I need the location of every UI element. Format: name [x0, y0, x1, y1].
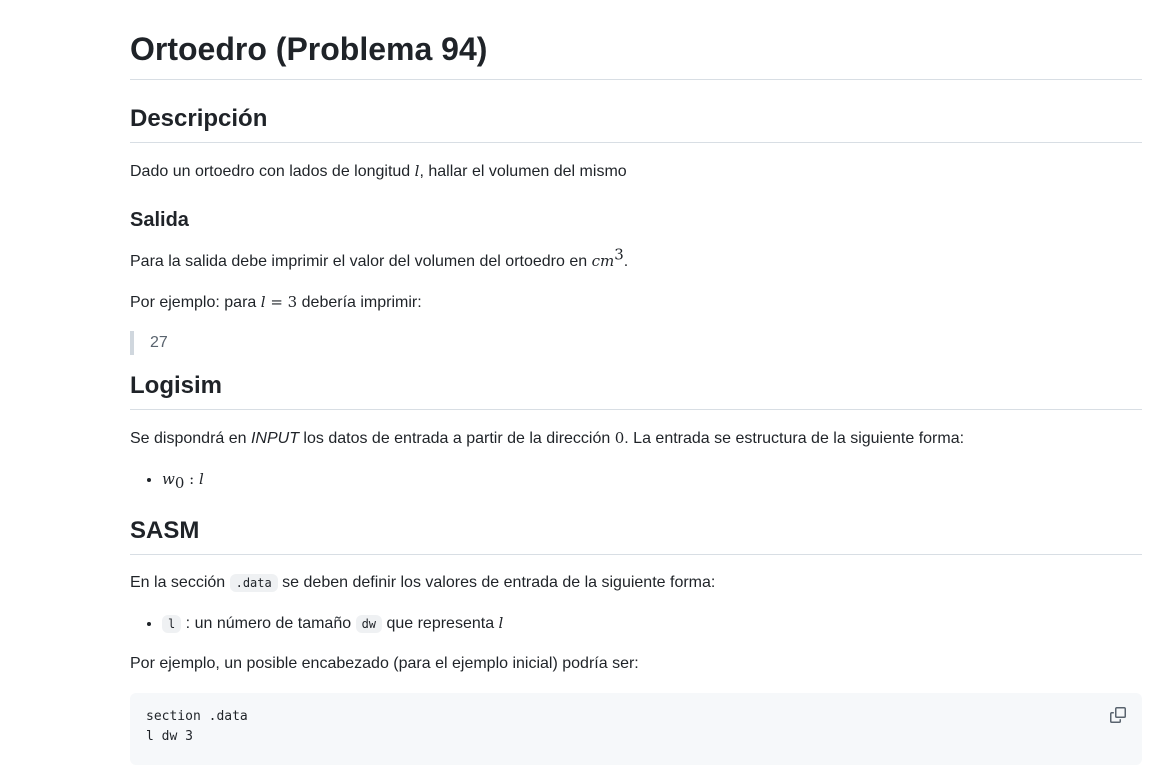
math-address-0: 0 [614, 429, 625, 447]
code-line: section .data [146, 709, 248, 724]
logisim-text: Se dispondrá en [130, 430, 251, 447]
logisim-text-end: . La entrada se estructura de la siguien… [624, 430, 965, 447]
descripcion-paragraph: Dado un ortoedro con lados de longitud l… [130, 159, 1142, 184]
example-paragraph: Por ejemplo: para l = 3 debería imprimir… [130, 290, 1142, 315]
page-title: Ortoedro (Problema 94) [130, 29, 1142, 80]
salida-text-end: . [623, 253, 629, 270]
example-header-paragraph: Por ejemplo, un posible encabezado (para… [130, 655, 639, 672]
logisim-list: w0 : l [130, 467, 1142, 492]
math-variable-l: l [198, 470, 204, 488]
section-heading-logisim: Logisim [130, 371, 1142, 410]
example-text-end: debería imprimir: [297, 294, 422, 311]
code-content[interactable]: section .data l dw 3 [130, 693, 1142, 761]
sasm-paragraph: En la sección .data se deben definir los… [130, 571, 1142, 595]
descripcion-text-end: , hallar el volumen del mismo [419, 163, 627, 180]
sasm-text-end: se deben definir los valores de entrada … [277, 574, 716, 591]
sasm-text: En la sección [130, 574, 230, 591]
input-emphasis: INPUT [250, 430, 299, 447]
salida-paragraph: Para la salida debe imprimir el valor de… [130, 245, 1142, 274]
list-text: : un número de tamaño [181, 615, 356, 632]
inline-code-data: .data [229, 574, 278, 592]
list-item: l : un número de tamaño dw que represent… [162, 611, 1142, 636]
salida-text: Para la salida debe imprimir el valor de… [130, 253, 592, 270]
output-quote: 27 [130, 331, 1142, 355]
list-text-2: que representa [382, 615, 499, 632]
logisim-paragraph: Se dispondrá en INPUT los datos de entra… [130, 426, 1142, 451]
inline-code-l: l [162, 615, 182, 633]
math-separator: : [184, 470, 199, 488]
math-subscript: 0 [174, 474, 185, 493]
math-equals-3: = 3 [265, 293, 298, 311]
inline-code-dw: dw [355, 615, 383, 633]
math-variable-l: l [498, 614, 504, 632]
math-unit-cm: cm [591, 252, 615, 270]
code-line: l dw 3 [146, 729, 193, 744]
document-content: Ortoedro (Problema 94) Descripción Dado … [130, 0, 1142, 765]
section-heading-sasm: SASM [130, 516, 1142, 555]
descripcion-text: Dado un ortoedro con lados de longitud [130, 163, 415, 180]
math-w: w [162, 470, 175, 488]
code-block: section .data l dw 3 [130, 693, 1142, 765]
copy-icon[interactable] [1110, 707, 1126, 723]
sasm-list: l : un número de tamaño dw que represent… [130, 611, 1142, 636]
section-heading-salida: Salida [130, 209, 189, 231]
logisim-text-mid: los datos de entrada a partir de la dire… [298, 430, 615, 447]
example-text: Por ejemplo: para [130, 294, 261, 311]
section-heading-descripcion: Descripción [130, 104, 1142, 143]
list-item: w0 : l [162, 467, 1142, 492]
math-exponent: 3 [614, 245, 624, 264]
